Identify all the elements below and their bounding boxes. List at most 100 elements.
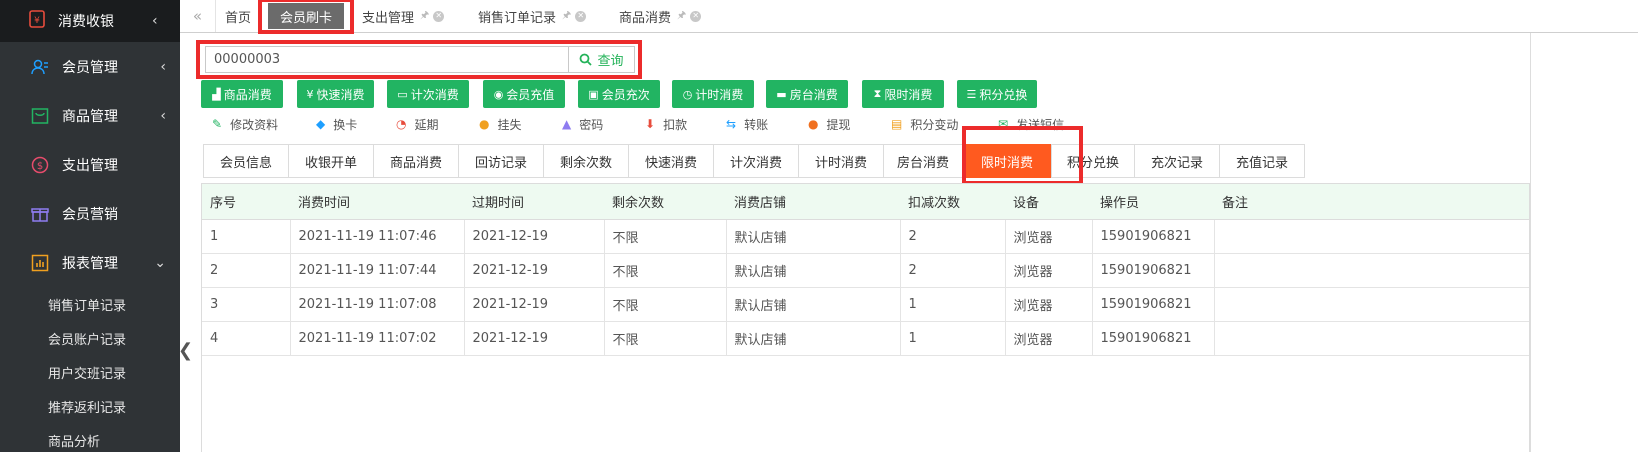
- button-label: 限时消费: [884, 87, 933, 102]
- table-cell: [1214, 321, 1529, 356]
- transfer-link[interactable]: ⇆ 转账: [726, 115, 768, 133]
- link-label: 积分变动: [910, 117, 959, 132]
- column-header[interactable]: 序号: [202, 184, 290, 220]
- sidebar-item-label: 报表管理: [62, 255, 118, 272]
- subtab-checkout[interactable]: 收银开单: [288, 144, 374, 178]
- pin-icon[interactable]: 🖈: [677, 8, 686, 25]
- tab-expense[interactable]: 支出管理 🖈 ✕: [362, 0, 445, 32]
- sidebar-item-report[interactable]: 报表管理 ⌄: [0, 238, 180, 287]
- column-header[interactable]: 消费店铺: [726, 184, 900, 220]
- table-header-row: 序号 消费时间 过期时间 剩余次数 消费店铺 扣减次数 设备 操作员 备注: [202, 184, 1529, 220]
- table-cell: 4: [202, 321, 291, 356]
- tab-sales-orders[interactable]: 销售订单记录 🖈 ✕: [478, 0, 587, 32]
- clock-icon: ◷: [682, 87, 693, 101]
- limited-time-consumption-button[interactable]: ⧗ 限时消费: [862, 80, 944, 108]
- button-label: 会员充值: [506, 87, 555, 102]
- subtab-remaining-count[interactable]: 剩余次数: [543, 144, 629, 178]
- table-cell: 15901906821: [1092, 253, 1215, 288]
- column-header[interactable]: 过期时间: [464, 184, 604, 220]
- table-row[interactable]: 3 2021-11-19 11:07:08 2021-12-19 不限 默认店铺…: [202, 287, 1529, 322]
- link-label: 挂失: [497, 117, 522, 132]
- table-cell: 15901906821: [1092, 321, 1215, 356]
- chevron-left-icon: ‹: [152, 13, 158, 29]
- pin-icon[interactable]: 🖈: [420, 8, 429, 25]
- column-header[interactable]: 剩余次数: [604, 184, 726, 220]
- inbox-icon: ▣: [588, 87, 599, 101]
- highlight-box-subtab: [962, 126, 1083, 185]
- sidebar-subitem-sales-orders[interactable]: 销售订单记录: [0, 287, 180, 321]
- exchange-icon: ⇆: [726, 117, 737, 131]
- quick-consumption-button[interactable]: ¥ 快速消费: [297, 80, 374, 108]
- member-recharge-button[interactable]: ◉ 会员充值: [483, 80, 565, 108]
- sidebar-item-label: 会员营销: [62, 206, 118, 223]
- points-icon: ▤: [891, 117, 903, 131]
- table-cell: 浏览器: [1005, 219, 1093, 254]
- table-row[interactable]: 2 2021-11-19 11:07:44 2021-12-19 不限 默认店铺…: [202, 253, 1529, 288]
- tab-bar: « 首页 会员刷卡 支出管理 🖈 ✕ 销售订单记录 🖈 ✕ 商品消费 🖈 ✕: [180, 0, 1638, 33]
- table-cell: 不限: [604, 321, 727, 356]
- sidebar-item-member[interactable]: 会员管理 ‹: [0, 42, 180, 91]
- tab-home[interactable]: 首页: [225, 0, 251, 32]
- close-icon[interactable]: ✕: [433, 10, 445, 22]
- subtab-count-consumption[interactable]: 计次消费: [713, 144, 799, 178]
- member-recharge-count-button[interactable]: ▣ 会员充次: [578, 80, 660, 108]
- close-icon[interactable]: ✕: [690, 10, 702, 22]
- edit-profile-link[interactable]: ✎ 修改资料: [212, 115, 278, 133]
- extend-link[interactable]: ◔ 延期: [396, 115, 439, 133]
- sidebar-subitem-referral-rebates[interactable]: 推荐返利记录: [0, 389, 180, 423]
- sidebar-item-cashier[interactable]: ¥ 消费收银 ‹: [0, 0, 180, 42]
- change-card-link[interactable]: ◆ 换卡: [316, 115, 357, 133]
- password-link[interactable]: ▲ 密码: [562, 115, 603, 133]
- column-header[interactable]: 备注: [1214, 184, 1529, 220]
- tab-goods-consumption[interactable]: 商品消费 🖈 ✕: [619, 0, 702, 32]
- column-header[interactable]: 扣减次数: [900, 184, 1005, 220]
- points-change-link[interactable]: ▤ 积分变动: [891, 115, 958, 133]
- table-cell: 1: [202, 219, 291, 254]
- records-grid: 序号 消费时间 过期时间 剩余次数 消费店铺 扣减次数 设备 操作员 备注 1 …: [202, 184, 1529, 356]
- sidebar-item-marketing[interactable]: 会员营销: [0, 189, 180, 238]
- table-consumption-button[interactable]: ▬ 房台消费: [766, 80, 848, 108]
- link-label: 扣款: [663, 117, 688, 132]
- sidebar-item-label: 会员管理: [62, 59, 118, 76]
- withdraw-link[interactable]: ● 提现: [808, 115, 851, 133]
- subtab-recharge-records[interactable]: 充值记录: [1219, 144, 1305, 178]
- link-label: 修改资料: [230, 117, 279, 132]
- sidebar-item-label: 消费收银: [58, 14, 114, 30]
- subtab-recharge-count-records[interactable]: 充次记录: [1134, 144, 1220, 178]
- report-loss-link[interactable]: ● 挂失: [479, 115, 522, 133]
- points-exchange-button[interactable]: ☰ 积分兑换: [957, 80, 1037, 108]
- deduct-link[interactable]: ⬇ 扣款: [645, 115, 687, 133]
- link-label: 延期: [414, 117, 439, 132]
- sidebar-subitem-member-accounts[interactable]: 会员账户记录: [0, 321, 180, 355]
- sidebar-item-expense[interactable]: $ 支出管理: [0, 140, 180, 189]
- sidebar-subitem-shift-records[interactable]: 用户交班记录: [0, 355, 180, 389]
- subtab-goods-consumption[interactable]: 商品消费: [373, 144, 459, 178]
- goods-consumption-button[interactable]: ▟ 商品消费: [201, 80, 283, 108]
- column-header[interactable]: 消费时间: [290, 184, 464, 220]
- tab-label: 商品消费: [619, 10, 672, 26]
- table-cell: 2021-11-19 11:07:08: [290, 287, 465, 322]
- table-cell: 默认店铺: [726, 287, 901, 322]
- close-icon[interactable]: ✕: [575, 10, 587, 22]
- highlight-box-tab: [258, 0, 354, 34]
- count-consumption-button[interactable]: ▭ 计次消费: [387, 80, 469, 108]
- chevron-left-icon[interactable]: ❮: [178, 340, 193, 361]
- table-row[interactable]: 1 2021-11-19 11:07:46 2021-12-19 不限 默认店铺…: [202, 219, 1529, 254]
- sidebar-item-goods[interactable]: 商品管理 ‹: [0, 91, 180, 140]
- sidebar: ¥ 消费收银 ‹ 会员管理 ‹ 商品管理 ‹ $ 支出管理 会员营销 报表管理 …: [0, 0, 180, 452]
- table-cell: 2021-12-19: [464, 219, 605, 254]
- subtab-timed-consumption[interactable]: 计时消费: [798, 144, 884, 178]
- sidebar-subitem-goods-analysis[interactable]: 商品分析: [0, 423, 180, 452]
- column-header[interactable]: 操作员: [1092, 184, 1214, 220]
- pin-icon[interactable]: 🖈: [562, 8, 571, 25]
- database-icon: ☰: [966, 87, 977, 101]
- timed-consumption-button[interactable]: ◷ 计时消费: [672, 80, 754, 108]
- table-row[interactable]: 4 2021-11-19 11:07:02 2021-12-19 不限 默认店铺…: [202, 321, 1529, 356]
- column-header[interactable]: 设备: [1005, 184, 1092, 220]
- subtab-quick-consumption[interactable]: 快速消费: [628, 144, 714, 178]
- table-cell: 浏览器: [1005, 253, 1093, 288]
- collapse-sidebar-icon[interactable]: «: [180, 0, 216, 32]
- subtab-table-consumption[interactable]: 房台消费: [883, 144, 963, 178]
- subtab-member-info[interactable]: 会员信息: [203, 144, 289, 178]
- subtab-visit-records[interactable]: 回访记录: [458, 144, 544, 178]
